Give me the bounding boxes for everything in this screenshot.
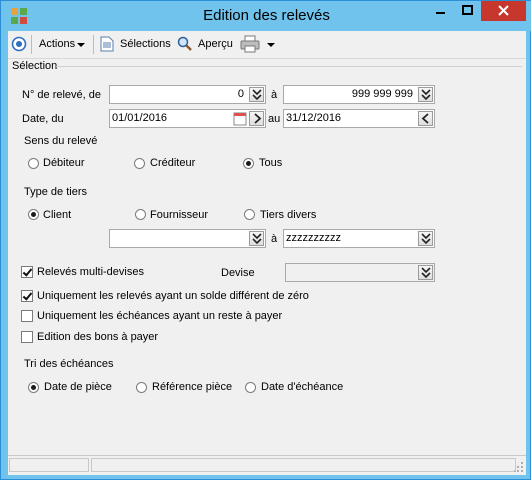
radio-debiteur[interactable] [28, 158, 39, 169]
chevron-right-icon [254, 113, 262, 124]
selections-button[interactable]: Sélections [120, 38, 171, 50]
solde-label[interactable]: Uniquement les relevés ayant un solde di… [37, 290, 309, 302]
selection-group-label: Sélection [12, 60, 58, 72]
minimize-button[interactable] [427, 1, 454, 21]
title-bar[interactable]: Edition des relevés [1, 1, 531, 31]
status-cell [91, 458, 516, 472]
double-chevron-down-icon [421, 267, 431, 278]
dropdown-button[interactable] [418, 87, 433, 102]
releve-from-field[interactable]: 0 [109, 85, 266, 104]
radio-fournisseur[interactable] [135, 209, 146, 220]
devise-label: Devise [221, 267, 255, 279]
radio-tous[interactable] [243, 158, 254, 169]
toolbar-separator [31, 35, 32, 54]
double-chevron-down-icon [421, 233, 431, 244]
radio-date-echeance-label[interactable]: Date d'échéance [261, 381, 343, 393]
multi-devises-checkbox[interactable] [21, 266, 33, 278]
toolbar-separator [93, 35, 94, 54]
resize-grip-icon[interactable] [514, 460, 524, 472]
status-bar [8, 455, 526, 475]
devise-select[interactable] [285, 263, 435, 282]
toolbar: Actions Sélections Aperçu [8, 31, 526, 59]
multi-devises-label[interactable]: Relevés multi-devises [37, 266, 144, 278]
bons-checkbox[interactable] [21, 331, 33, 343]
dropdown-button[interactable] [418, 265, 433, 280]
radio-reference-piece-label[interactable]: Référence pièce [152, 381, 232, 393]
status-cell [9, 458, 89, 472]
dropdown-button[interactable] [249, 231, 264, 246]
chevron-left-icon [421, 113, 429, 124]
tiers-label: Type de tiers [24, 186, 87, 198]
solde-checkbox[interactable] [21, 290, 33, 302]
reste-label[interactable]: Uniquement les échéances ayant un reste … [37, 310, 282, 322]
radio-reference-piece[interactable] [136, 382, 147, 393]
sens-label: Sens du relevé [24, 135, 98, 147]
radio-tiers-divers[interactable] [244, 209, 255, 220]
actions-menu[interactable]: Actions [39, 38, 75, 50]
radio-date-piece[interactable] [28, 382, 39, 393]
document-icon[interactable] [100, 36, 114, 52]
reste-checkbox[interactable] [21, 310, 33, 322]
date-to-field[interactable]: 31/12/2016 [283, 109, 435, 128]
double-chevron-down-icon [421, 89, 431, 100]
radio-fournisseur-label[interactable]: Fournisseur [150, 209, 208, 221]
radio-target-icon[interactable] [11, 36, 27, 52]
radio-debiteur-label[interactable]: Débiteur [43, 157, 85, 169]
a-label: à [271, 89, 278, 101]
releve-label: N° de relevé, de [22, 89, 101, 101]
tiers-to-field[interactable]: zzzzzzzzzz [283, 229, 435, 248]
apercu-button[interactable]: Aperçu [198, 38, 233, 50]
maximize-icon [462, 5, 473, 15]
date-from-field[interactable]: 01/01/2016 [109, 109, 266, 128]
chevron-down-icon[interactable] [267, 43, 275, 48]
printer-icon[interactable] [240, 35, 260, 53]
close-icon [498, 5, 509, 16]
radio-tiers-divers-label[interactable]: Tiers divers [260, 209, 316, 221]
calendar-icon[interactable] [233, 112, 247, 126]
releve-to-field[interactable]: 999 999 999 [283, 85, 435, 104]
radio-date-echeance[interactable] [245, 382, 256, 393]
group-divider [56, 66, 522, 67]
double-chevron-down-icon [252, 233, 262, 244]
au-label: au [268, 113, 281, 125]
a-label: à [271, 233, 278, 245]
radio-crediteur-label[interactable]: Créditeur [150, 157, 195, 169]
bons-label[interactable]: Edition des bons à payer [37, 331, 158, 343]
window: Edition des relevés Actions Sélections A… [0, 0, 531, 480]
date-label: Date, du [22, 113, 64, 125]
tri-label: Tri des échéances [24, 358, 114, 370]
dropdown-button[interactable] [249, 87, 264, 102]
radio-client-label[interactable]: Client [43, 209, 71, 221]
dropdown-button[interactable] [418, 231, 433, 246]
prev-date-button[interactable] [418, 111, 433, 126]
magnifier-icon[interactable] [177, 36, 193, 52]
radio-client[interactable] [28, 209, 39, 220]
tiers-from-field[interactable] [109, 229, 266, 248]
double-chevron-down-icon [252, 89, 262, 100]
radio-crediteur[interactable] [134, 158, 145, 169]
radio-date-piece-label[interactable]: Date de pièce [44, 381, 112, 393]
close-button[interactable] [481, 1, 526, 21]
minimize-icon [436, 12, 445, 14]
chevron-down-icon[interactable] [77, 43, 85, 48]
dialog-body: Actions Sélections Aperçu Sélection N° d… [8, 31, 526, 475]
radio-tous-label[interactable]: Tous [259, 157, 282, 169]
maximize-button[interactable] [454, 1, 481, 21]
next-date-button[interactable] [249, 111, 264, 126]
